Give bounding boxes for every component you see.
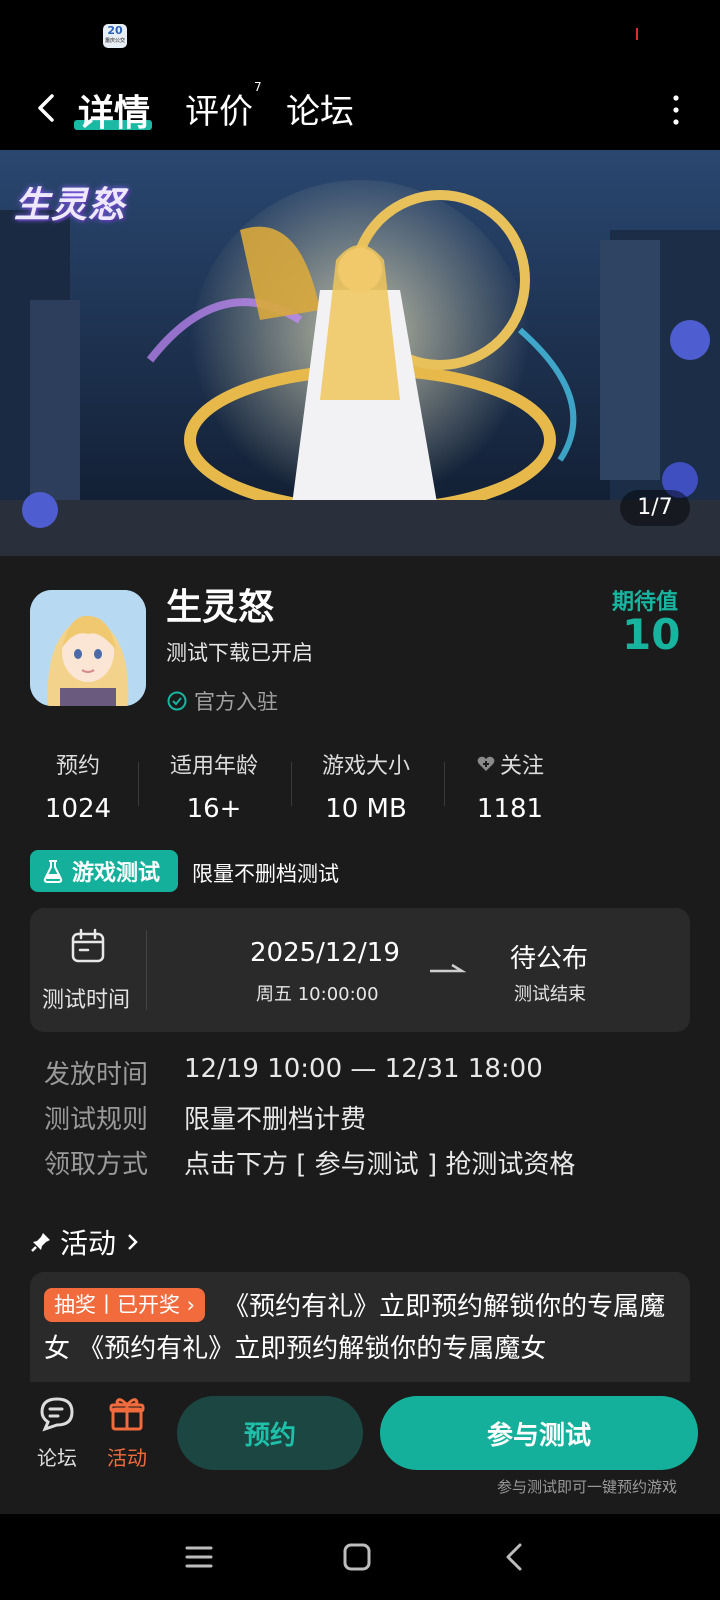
stat-label: 适用年龄: [169, 754, 258, 779]
test-end-value: 待公布: [510, 944, 589, 974]
system-back-icon[interactable]: [500, 1542, 530, 1572]
test-flask-icon: [43, 860, 63, 883]
reserve-button[interactable]: 预约: [177, 1396, 363, 1470]
lottery-tag[interactable]: 抽奖丨已开奖 ›: [44, 1288, 206, 1322]
stat-divider: [291, 762, 292, 806]
bottom-action-bar: 论坛 活动 预约 参与测试 参与测试即可一键预约游戏: [0, 1382, 720, 1514]
stat-value: 1024: [44, 794, 112, 824]
menu-icon[interactable]: [184, 1542, 214, 1572]
rule-value: 12/19 10:00 — 12/31 18:00: [184, 1054, 543, 1084]
app-badge-number: 20: [107, 24, 123, 37]
bottom-activity-button[interactable]: 活动: [92, 1394, 162, 1471]
rule-value: 点击下方 [ 参与测试 ] 抢测试资格: [184, 1150, 576, 1180]
chevron-right-icon: [128, 1234, 138, 1250]
test-start-time: 周五 10:00:00: [256, 984, 379, 1005]
stat-label: 关注: [460, 748, 560, 780]
heart-plus-icon: [477, 756, 495, 771]
top-nav: 详情 评价7 论坛: [0, 72, 720, 150]
test-end-label: 测试结束: [514, 984, 586, 1005]
stat-label: 游戏大小: [321, 754, 410, 779]
bottom-activity-label: 活动: [107, 1446, 147, 1470]
activity-content: 抽奖丨已开奖 › 《预约有礼》立即预约解锁你的专属魔女 《预约有礼》立即预约解锁你…: [44, 1286, 676, 1370]
rule-distribution-time: 发放时间 12/19 10:00 — 12/31 18:00: [44, 1054, 543, 1091]
test-time-card: 测试时间 2025/12/19 周五 10:00:00 待公布 测试结束: [30, 908, 690, 1032]
game-subtitle: 测试下载已开启: [166, 641, 313, 665]
calendar-icon: [71, 928, 105, 963]
official-label: 官方入驻: [166, 686, 278, 716]
join-test-hint: 参与测试即可一键预约游戏: [497, 1478, 678, 1496]
game-test-badge: 游戏测试: [30, 850, 178, 892]
expectation-value: 10: [622, 610, 681, 659]
game-stats: 预约 1024 适用年龄 16+ 游戏大小 10 MB 关注 1181: [0, 748, 720, 828]
stat-game-size: 游戏大小 10 MB: [310, 748, 422, 824]
card-divider: [146, 930, 147, 1010]
test-start-date: 2025/12/19: [250, 938, 400, 968]
rule-value: 限量不删档计费: [184, 1105, 367, 1135]
tab-review[interactable]: 评价7: [185, 80, 262, 133]
stat-reservations: 预约 1024: [36, 748, 120, 824]
arrow-right-icon: [430, 963, 466, 973]
rule-key: 领取方式: [44, 1150, 149, 1180]
test-description: 限量不删档测试: [192, 862, 339, 886]
check-circle-icon: [167, 691, 187, 711]
activity-heading: 活动: [60, 1227, 117, 1260]
tab-detail[interactable]: 详情: [78, 84, 150, 136]
game-logo: 生灵怒: [14, 185, 126, 226]
bottom-forum-label: 论坛: [37, 1446, 77, 1470]
forum-chat-icon: [40, 1397, 74, 1432]
stat-value: 10 MB: [325, 794, 407, 824]
follow-label: 关注: [499, 754, 544, 779]
rule-test-rule: 测试规则 限量不删档计费: [44, 1099, 366, 1136]
game-title: 生灵怒: [166, 587, 275, 628]
rule-claim-method: 领取方式 点击下方 [ 参与测试 ] 抢测试资格: [44, 1144, 575, 1181]
tab-forum[interactable]: 论坛: [286, 84, 354, 133]
activity-section-header[interactable]: 活动: [30, 1222, 142, 1262]
system-navigation-bar: [0, 1514, 720, 1600]
status-bar: 20 重庆公交: [0, 0, 720, 72]
review-count-badge: 7: [254, 79, 262, 94]
screenshot-carousel[interactable]: 生灵怒 1/7: [0, 150, 720, 556]
back-arrow-icon[interactable]: [30, 90, 66, 126]
gift-icon: [109, 1398, 145, 1431]
test-time-label: 测试时间: [42, 988, 131, 1013]
pin-icon: [31, 1233, 50, 1252]
stat-value: 1181: [476, 794, 544, 824]
game-icon: [30, 590, 146, 706]
tab-review-label: 评价: [185, 92, 253, 132]
bottom-forum-button[interactable]: 论坛: [22, 1394, 92, 1471]
carousel-counter: 1/7: [620, 490, 690, 526]
rule-key: 测试规则: [44, 1105, 149, 1135]
stat-divider: [138, 762, 139, 806]
home-icon[interactable]: [342, 1542, 372, 1572]
game-test-badge-label: 游戏测试: [72, 861, 161, 886]
stat-age-rating: 适用年龄 16+: [158, 748, 270, 824]
stat-value: 16+: [186, 794, 242, 824]
app-badge-sub: 重庆公交: [104, 38, 125, 44]
rule-key: 发放时间: [44, 1060, 149, 1090]
activity-card[interactable]: 抽奖丨已开奖 › 《预约有礼》立即预约解锁你的专属魔女 《预约有礼》立即预约解锁你…: [30, 1272, 690, 1382]
notification-app-icon: 20 重庆公交: [103, 24, 127, 48]
stat-label: 预约: [55, 754, 100, 779]
recording-indicator: [636, 28, 638, 40]
stat-follow[interactable]: 关注 1181: [460, 748, 560, 824]
more-options-icon[interactable]: [666, 92, 686, 128]
join-test-button[interactable]: 参与测试: [380, 1396, 698, 1470]
stat-divider: [444, 762, 445, 806]
official-text: 官方入驻: [194, 690, 278, 714]
